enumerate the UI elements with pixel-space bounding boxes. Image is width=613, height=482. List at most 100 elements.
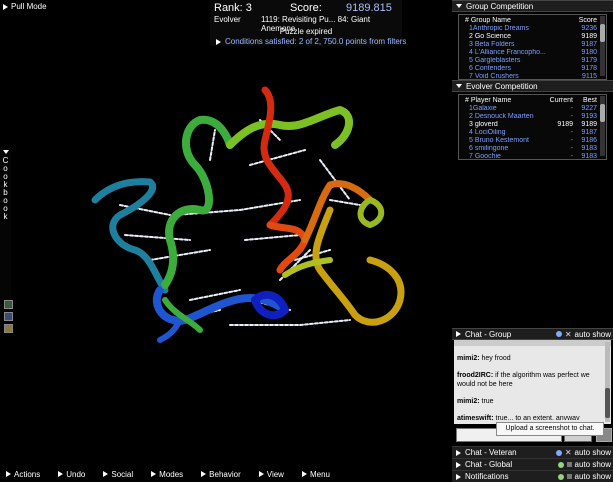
table-row[interactable]: 2 Go Science 9189 <box>459 33 606 41</box>
info-icon[interactable] <box>555 449 562 456</box>
scrollbar[interactable] <box>600 16 605 76</box>
table-row[interactable]: 4 L'Alliance Francopho... 9180 <box>459 49 606 57</box>
scrollbar-thumb[interactable] <box>600 24 605 42</box>
expand-icon <box>258 471 264 477</box>
chat-text: true... to an extent. anvwav <box>495 415 580 422</box>
player-name: 4 LociOiling <box>469 129 506 136</box>
expand-icon <box>58 471 64 477</box>
social-menu[interactable]: Social <box>103 470 133 479</box>
player-best: 9183 <box>581 153 597 160</box>
scrollbar-thumb[interactable] <box>605 388 610 418</box>
auto-show-label: auto show <box>574 329 611 339</box>
group-score: 9179 <box>581 57 597 64</box>
script-icon[interactable] <box>4 312 13 321</box>
player-best: 9183 <box>581 145 597 152</box>
main-menu[interactable]: Menu <box>301 469 330 479</box>
auto-show-toggle[interactable]: auto show <box>557 460 611 469</box>
chat-log[interactable]: mimi2: hey frood frood2IRC: if the algor… <box>454 340 611 424</box>
table-row[interactable]: 5 Bruno Kestemont - 9186 <box>459 137 606 145</box>
behavior-menu[interactable]: Behavior <box>201 470 241 479</box>
scrollbar[interactable] <box>600 96 605 156</box>
view-menu[interactable]: View <box>258 470 284 479</box>
cookbook-letter: k <box>3 212 8 221</box>
col-best: Best <box>582 97 597 104</box>
checkbox-icon[interactable] <box>566 474 572 479</box>
table-row[interactable]: 2 Desnouck Maarten - 9193 <box>459 113 606 121</box>
table-row[interactable]: 5 Gargleblasters 9179 <box>459 57 606 65</box>
tab-chat-veteran[interactable]: Chat - Veteran ✕ auto show <box>452 446 613 458</box>
group-competition-panel: Group Competition # Group Name Score 1An… <box>452 0 613 80</box>
auto-show-label: auto show <box>574 460 611 469</box>
info-icon[interactable] <box>557 473 564 480</box>
info-icon[interactable] <box>555 331 562 337</box>
scrollbar[interactable] <box>605 342 610 422</box>
notes-icon[interactable] <box>4 324 13 333</box>
chat-user[interactable]: atimeswift: <box>457 415 494 422</box>
group-list[interactable]: # Group Name Score 1Anthropic Dreams 923… <box>458 14 607 80</box>
checkbox-icon[interactable] <box>566 462 572 467</box>
group-competition-header[interactable]: Group Competition <box>452 0 613 12</box>
table-row[interactable]: 6 Contenders 9178 <box>459 65 606 73</box>
expand-icon <box>216 38 221 45</box>
player-current: - <box>570 153 573 160</box>
bottom-menu-bar: Actions Undo Social Modes Behavior View … <box>0 468 452 480</box>
scrollbar-thumb[interactable] <box>600 104 605 122</box>
table-row[interactable]: 3 gloverd 9189 9189 <box>459 121 606 129</box>
group-name: 4 L'Alliance Francopho... <box>469 49 546 56</box>
protein-viewport[interactable] <box>0 0 452 468</box>
conditions-text: Conditions satisfied: 2 of 2, 750.0 poin… <box>225 37 407 46</box>
chat-text: hey frood <box>481 355 511 362</box>
tab-label: Chat - Veteran <box>465 448 517 457</box>
auto-show-toggle[interactable]: ✕ auto show <box>555 329 611 339</box>
menu-label: Menu <box>309 469 330 479</box>
table-row[interactable]: 7 Goochie - 9183 <box>459 153 606 161</box>
auto-show-toggle[interactable]: ✕ auto show <box>555 448 611 457</box>
chat-user[interactable]: mimi2: <box>457 398 480 405</box>
close-icon[interactable]: ✕ <box>565 330 572 339</box>
evolver-list[interactable]: # Player Name Current Best 1Galaxie - 92… <box>458 94 607 160</box>
cookbook-panel[interactable]: C o o k b o o k <box>0 148 11 312</box>
protein-structure[interactable] <box>0 0 452 468</box>
chat-message: mimi2: true <box>457 397 608 406</box>
collapse-icon <box>2 150 9 154</box>
modes-menu[interactable]: Modes <box>151 470 183 479</box>
player-current: - <box>570 113 573 120</box>
collapse-icon <box>456 4 462 8</box>
expand-icon <box>456 331 461 337</box>
evolver-competition-header[interactable]: Evolver Competition <box>452 80 613 92</box>
puzzle-status: Puzzle expired <box>279 27 333 36</box>
expand-icon <box>151 471 157 477</box>
expand-icon <box>201 471 207 477</box>
group-score: 9189 <box>581 33 597 40</box>
undo-menu[interactable]: Undo <box>58 470 85 479</box>
group-name: 6 Contenders <box>469 65 512 72</box>
tab-chat-global[interactable]: Chat - Global auto show <box>452 458 613 470</box>
chat-group-header[interactable]: Chat - Group ✕ auto show <box>452 328 613 340</box>
conditions-toggle[interactable]: Conditions satisfied: 2 of 2, 750.0 poin… <box>216 37 406 46</box>
chat-user[interactable]: mimi2: <box>457 355 480 362</box>
group-competition-title: Group Competition <box>466 1 534 11</box>
chat-group-title: Chat - Group <box>465 329 512 339</box>
table-row[interactable]: 1Galaxie - 9227 <box>459 105 606 113</box>
group-name: 3 Beta Folders <box>469 41 515 48</box>
group-score: 9180 <box>581 49 597 56</box>
table-row[interactable]: 3 Beta Folders 9187 <box>459 41 606 49</box>
player-best: 9187 <box>581 129 597 136</box>
auto-show-label: auto show <box>574 448 611 457</box>
table-row[interactable]: 1Anthropic Dreams 9236 <box>459 25 606 33</box>
close-icon[interactable]: ✕ <box>565 448 572 457</box>
group-name: 5 Gargleblasters <box>469 57 521 64</box>
rank-label: Rank: 3 <box>214 2 252 14</box>
actions-menu[interactable]: Actions <box>6 470 40 479</box>
group-name: 2 Go Science <box>469 33 512 40</box>
expand-icon <box>456 449 461 456</box>
chat-user[interactable]: frood2IRC: <box>457 372 493 379</box>
recipe-icon[interactable] <box>4 300 13 309</box>
col-player-name: # Player Name <box>465 97 512 104</box>
info-icon[interactable] <box>557 461 564 468</box>
pull-mode-toggle[interactable]: Pull Mode <box>3 2 47 11</box>
table-row[interactable]: 6 smilingone - 9183 <box>459 145 606 153</box>
table-row[interactable]: 4 LociOiling - 9187 <box>459 129 606 137</box>
group-score: 9178 <box>581 65 597 72</box>
tab-notifications[interactable]: Notifications auto show <box>452 470 613 482</box>
